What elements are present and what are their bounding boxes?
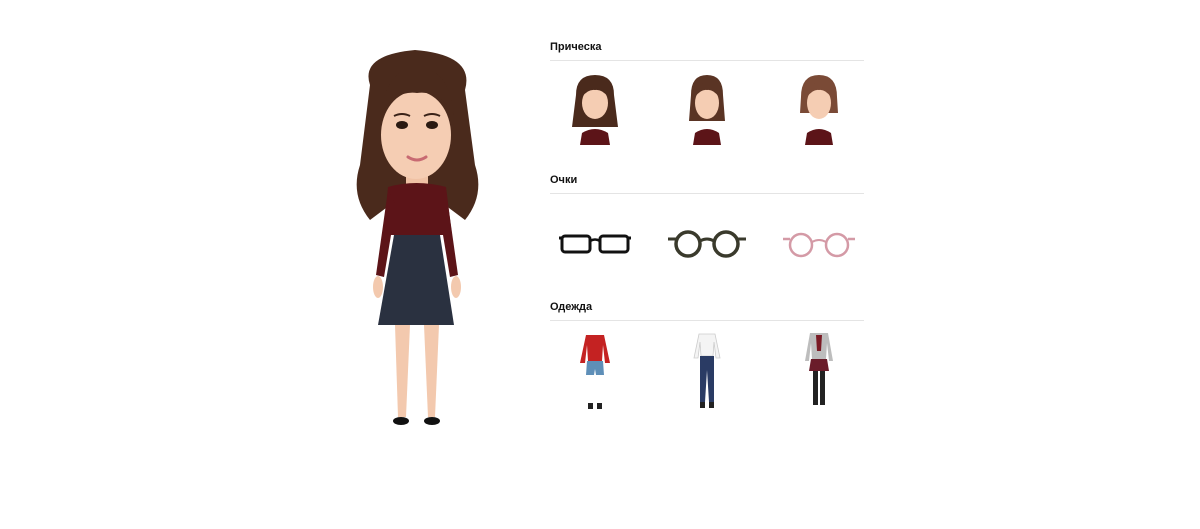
glasses-option-2[interactable] — [662, 200, 752, 288]
hairstyle-bob-icon — [800, 75, 838, 145]
clothing-section: Одежда — [550, 300, 864, 419]
hairstyle-shoulder-length-icon — [689, 75, 725, 145]
section-title-hairstyle: Прическа — [550, 41, 602, 53]
hairstyle-section: Прическа — [550, 40, 864, 153]
section-title-glasses: Очки — [550, 174, 578, 186]
customization-panel: Прическа Очки Одежда — [550, 40, 864, 419]
outfit-white-blouse-jeans-icon — [693, 333, 721, 408]
section-title-clothing: Одежда — [550, 301, 593, 313]
hairstyle-option-1[interactable] — [550, 67, 640, 153]
glasses-section: Очки — [550, 173, 864, 288]
glasses-round-pink-icon — [783, 232, 855, 258]
avatar-figure-icon — [356, 50, 479, 425]
avatar-preview — [340, 45, 495, 435]
outfit-red-sweater-shorts-icon — [580, 335, 610, 409]
glasses-option-3[interactable] — [774, 200, 864, 288]
clothing-option-2[interactable] — [662, 327, 752, 419]
clothing-option-1[interactable] — [550, 327, 640, 419]
glasses-round-dark-icon — [668, 230, 746, 258]
clothing-option-3[interactable] — [774, 327, 864, 419]
hairstyle-long-wavy-icon — [572, 75, 618, 145]
outfit-cardigan-skirt-icon — [805, 333, 833, 405]
hairstyle-option-3[interactable] — [774, 67, 864, 153]
hairstyle-option-2[interactable] — [662, 67, 752, 153]
glasses-option-1[interactable] — [550, 200, 640, 288]
glasses-rectangular-black-icon — [559, 234, 631, 254]
